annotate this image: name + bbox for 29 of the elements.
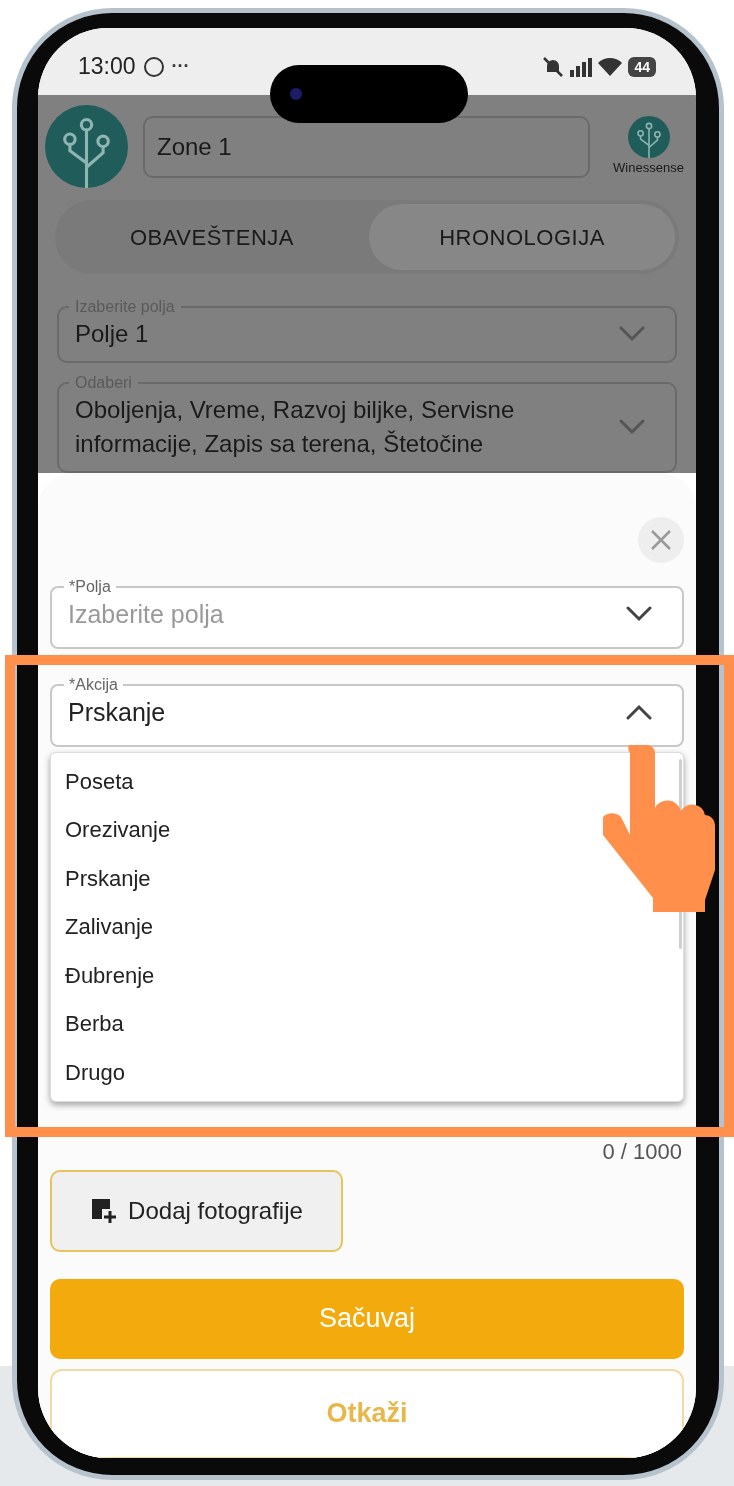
dropdown-value: Polje 1 <box>75 319 149 349</box>
dropdown-value: Oboljenja, Vreme, Razvoj biljke, Servisne informacije, Zapis sa terena, Štetočine <box>75 395 516 459</box>
battery-level: 44 <box>628 56 656 77</box>
tree-logo-icon <box>45 105 128 188</box>
add-photos-button[interactable]: Dodaj fotografije <box>50 1169 343 1252</box>
tab[interactable]: HRONOLOGIJA <box>369 204 675 270</box>
dropdown-option[interactable]: Đubrenje <box>51 951 683 1000</box>
add-image-icon <box>90 1196 119 1225</box>
signal-icon <box>570 56 593 77</box>
hand-pointer-icon <box>603 745 715 912</box>
tree-logo-icon <box>627 115 670 158</box>
wifi-icon <box>598 56 623 77</box>
dropdown-field[interactable]: *Polja Izaberite polja <box>50 577 684 649</box>
close-button[interactable] <box>638 517 684 563</box>
dropdown-placeholder: Izaberite polja <box>68 599 224 630</box>
chevron-down-icon <box>619 419 645 435</box>
dropdown-value: Prskanje <box>68 697 166 728</box>
more-notifications: ··· <box>171 55 190 78</box>
field-label: *Akcija <box>68 675 119 695</box>
brand-name: Winessense <box>613 158 684 177</box>
character-counter: 0 / 1000 <box>602 1139 682 1164</box>
clock-time: 13:00 <box>78 52 136 82</box>
close-icon <box>650 529 672 551</box>
chevron-down-icon <box>619 326 645 342</box>
field-label: *Polja <box>68 577 112 597</box>
muted-bell-icon <box>542 56 565 77</box>
dropdown-field[interactable]: *Akcija Prskanje <box>50 675 684 747</box>
dropdown-option[interactable]: Drugo <box>51 1048 683 1097</box>
dropdown-option[interactable]: Berba <box>51 999 683 1048</box>
